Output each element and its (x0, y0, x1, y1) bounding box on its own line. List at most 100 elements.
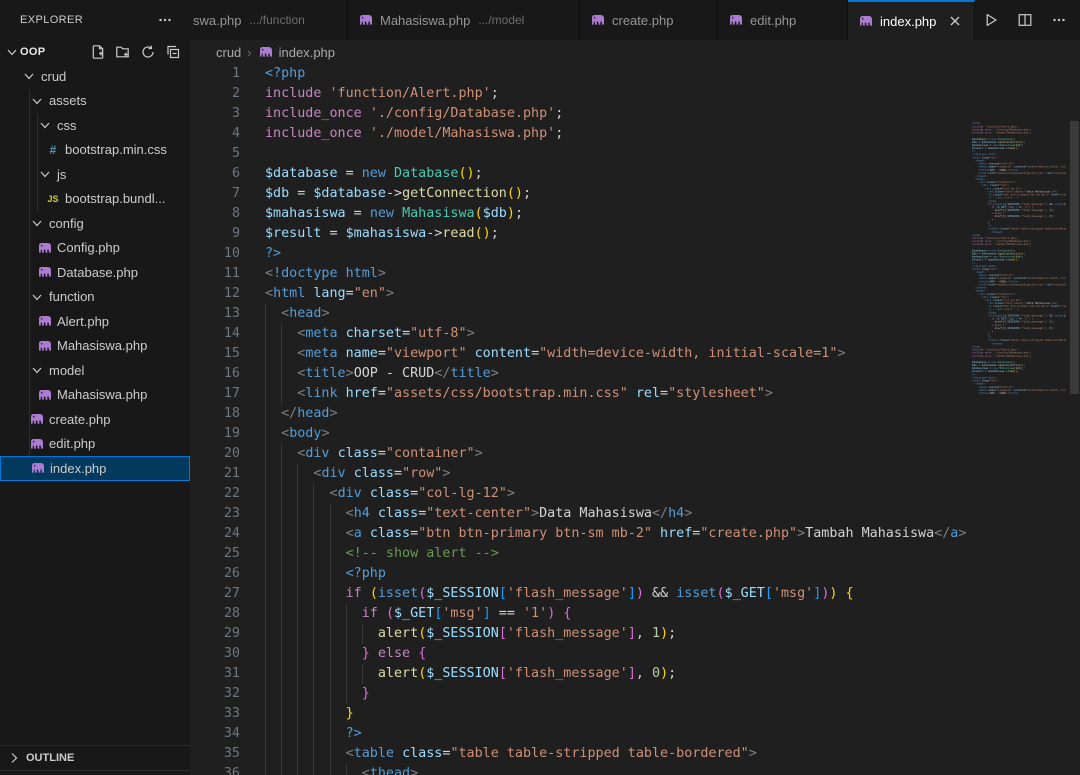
line-number[interactable]: 3 (190, 104, 240, 124)
code-line[interactable]: <div class="container"> (265, 444, 966, 464)
code-line[interactable]: <div class="row"> (265, 464, 966, 484)
line-number[interactable]: 23 (190, 504, 240, 524)
line-number[interactable]: 10 (190, 244, 240, 264)
editor-gutter[interactable]: 1234567891011121314151617181920212223242… (190, 64, 240, 775)
tree-item-edit.php[interactable]: edit.php (0, 432, 190, 457)
tree-item-index.php[interactable]: index.php (0, 456, 190, 481)
tree-item-css[interactable]: css (0, 113, 190, 138)
vertical-scrollbar-thumb[interactable] (1070, 121, 1079, 394)
tree-item-crud[interactable]: crud (0, 64, 190, 89)
breadcrumb-item-crud[interactable]: crud (216, 45, 241, 60)
code-line[interactable]: <!-- show alert --> (265, 544, 966, 564)
code-line[interactable]: <thead> (265, 764, 966, 775)
line-number[interactable]: 2 (190, 84, 240, 104)
more-icon[interactable] (1048, 9, 1070, 31)
explorer-more-actions-button[interactable] (154, 9, 176, 31)
code-line[interactable]: <html lang="en"> (265, 284, 966, 304)
code-line[interactable]: } (265, 704, 966, 724)
line-number[interactable]: 26 (190, 564, 240, 584)
code-line[interactable]: <title>OOP - CRUD</title> (265, 364, 966, 384)
code-line[interactable]: } (265, 684, 966, 704)
breadcrumb-item-index.php[interactable]: index.php (258, 44, 335, 60)
line-number[interactable]: 14 (190, 324, 240, 344)
line-number[interactable]: 15 (190, 344, 240, 364)
tab-edit.php[interactable]: edit.php (718, 0, 848, 40)
code-line[interactable]: alert($_SESSION['flash_message'], 1); (265, 624, 966, 644)
line-number[interactable]: 1 (190, 64, 240, 84)
code-line[interactable]: include_once './model/Mahasiswa.php'; (265, 124, 966, 144)
code-editor[interactable]: 1234567891011121314151617181920212223242… (190, 64, 1080, 775)
code-line[interactable]: $database = new Database(); (265, 164, 966, 184)
line-number[interactable]: 16 (190, 364, 240, 384)
refresh-icon[interactable] (139, 41, 157, 63)
close-icon[interactable] (946, 12, 964, 30)
line-number[interactable]: 20 (190, 444, 240, 464)
split-editor-icon[interactable] (1014, 9, 1036, 31)
line-number[interactable]: 6 (190, 164, 240, 184)
tree-item-config[interactable]: config (0, 211, 190, 236)
code-line[interactable]: ?> (265, 244, 966, 264)
line-number[interactable]: 25 (190, 544, 240, 564)
collapse-all-icon[interactable] (164, 41, 182, 63)
code-line[interactable]: <meta charset="utf-8"> (265, 324, 966, 344)
line-number[interactable]: 30 (190, 644, 240, 664)
workspace-section-header[interactable]: OOP (0, 40, 190, 64)
line-number[interactable]: 33 (190, 704, 240, 724)
code-line[interactable]: <h4 class="text-center">Data Mahasiswa</… (265, 504, 966, 524)
code-line[interactable]: include_once './config/Database.php'; (265, 104, 966, 124)
line-number[interactable]: 12 (190, 284, 240, 304)
line-number[interactable]: 18 (190, 404, 240, 424)
run-icon[interactable] (980, 9, 1002, 31)
tree-item-bootstrap.bundl...[interactable]: JSbootstrap.bundl... (0, 187, 190, 212)
tree-item-js[interactable]: js (0, 162, 190, 187)
code-line[interactable]: include 'function/Alert.php'; (265, 84, 966, 104)
tree-item-function[interactable]: function (0, 285, 190, 310)
tree-item-model[interactable]: model (0, 358, 190, 383)
tree-item-bootstrap.min.css[interactable]: #bootstrap.min.css (0, 138, 190, 163)
code-line[interactable]: <div class="col-lg-12"> (265, 484, 966, 504)
line-number[interactable]: 13 (190, 304, 240, 324)
code-line[interactable]: </head> (265, 404, 966, 424)
line-number[interactable]: 5 (190, 144, 240, 164)
code-line[interactable]: } else { (265, 644, 966, 664)
outline-section-header[interactable]: OUTLINE (0, 745, 190, 771)
line-number[interactable]: 7 (190, 184, 240, 204)
tab-swa.php[interactable]: swa.php.../function (190, 0, 348, 40)
code-line[interactable]: <body> (265, 424, 966, 444)
tree-item-config.php[interactable]: Config.php (0, 236, 190, 261)
line-number[interactable]: 27 (190, 584, 240, 604)
tree-item-alert.php[interactable]: Alert.php (0, 309, 190, 334)
minimap[interactable]: <?phpinclude 'function/Alert.php';includ… (972, 122, 1066, 398)
tree-item-create.php[interactable]: create.php (0, 407, 190, 432)
code-line[interactable]: <head> (265, 304, 966, 324)
code-lines[interactable]: <?phpinclude 'function/Alert.php';includ… (265, 64, 966, 775)
tab-mahasiswa.php[interactable]: Mahasiswa.php.../model (348, 0, 580, 40)
code-line[interactable] (265, 144, 966, 164)
code-line[interactable]: <link href="assets/css/bootstrap.min.css… (265, 384, 966, 404)
code-line[interactable]: <?php (265, 64, 966, 84)
new-folder-icon[interactable] (114, 41, 132, 63)
new-file-icon[interactable] (89, 41, 107, 63)
line-number[interactable]: 34 (190, 724, 240, 744)
tree-item-database.php[interactable]: Database.php (0, 260, 190, 285)
line-number[interactable]: 19 (190, 424, 240, 444)
tree-item-mahasiswa.php[interactable]: Mahasiswa.php (0, 334, 190, 359)
tree-item-assets[interactable]: assets (0, 89, 190, 114)
code-line[interactable]: alert($_SESSION['flash_message'], 0); (265, 664, 966, 684)
code-line[interactable]: $result = $mahasiswa->read(); (265, 224, 966, 244)
line-number[interactable]: 35 (190, 744, 240, 764)
code-line[interactable]: ?> (265, 724, 966, 744)
code-line[interactable]: <table class="table table-stripped table… (265, 744, 966, 764)
line-number[interactable]: 32 (190, 684, 240, 704)
line-number[interactable]: 11 (190, 264, 240, 284)
code-line[interactable]: <a class="btn btn-primary btn-sm mb-2" h… (265, 524, 966, 544)
line-number[interactable]: 8 (190, 204, 240, 224)
line-number[interactable]: 4 (190, 124, 240, 144)
line-number[interactable]: 28 (190, 604, 240, 624)
line-number[interactable]: 22 (190, 484, 240, 504)
tree-item-mahasiswa.php[interactable]: Mahasiswa.php (0, 383, 190, 408)
code-line[interactable]: $mahasiswa = new Mahasiswa($db); (265, 204, 966, 224)
code-line[interactable]: $db = $database->getConnection(); (265, 184, 966, 204)
code-line[interactable]: if ($_GET['msg'] == '1') { (265, 604, 966, 624)
line-number[interactable]: 31 (190, 664, 240, 684)
